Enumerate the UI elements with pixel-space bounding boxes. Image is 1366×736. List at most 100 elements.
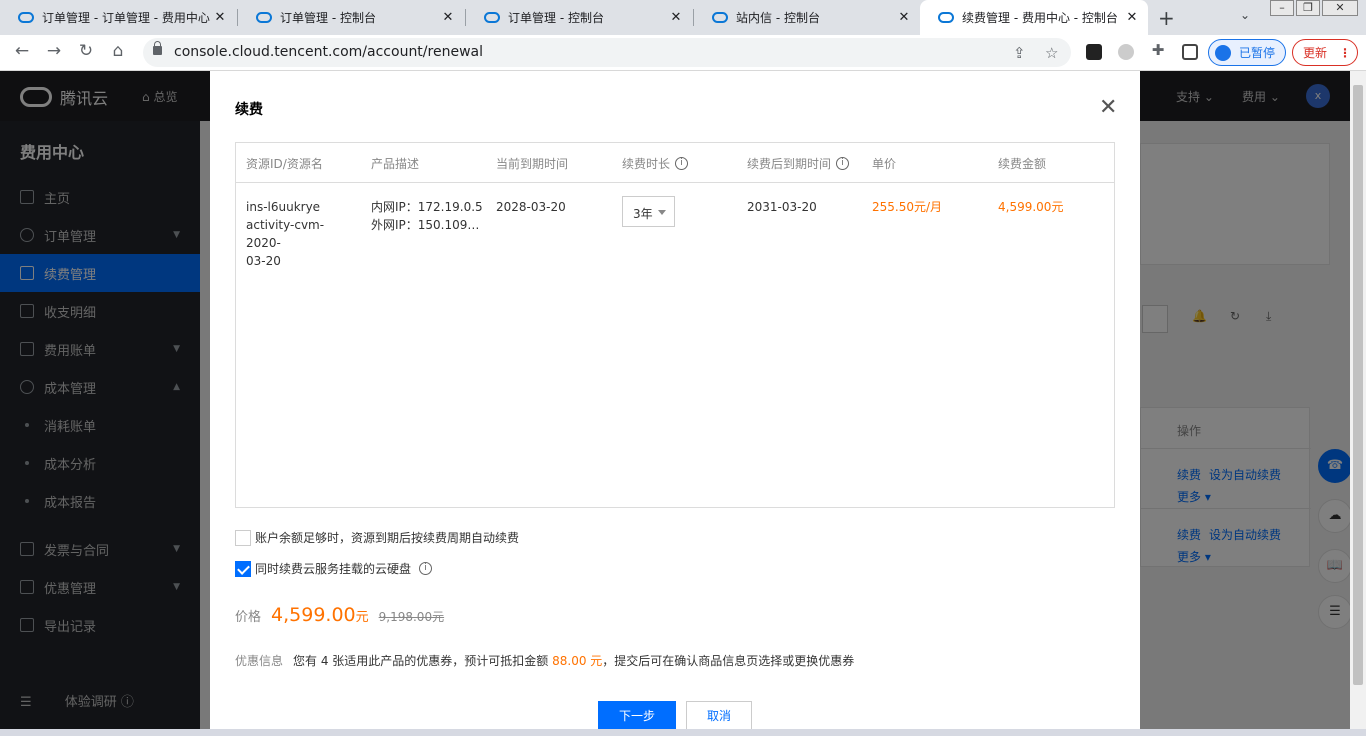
chevron-down-icon[interactable]: ⌄ bbox=[1240, 8, 1250, 22]
discount-label: 优惠信息 bbox=[235, 654, 284, 668]
renewal-table: 资源ID/资源名 产品描述 当前到期时间 续费时长 i 续费后到期时间 i 单价 续… bbox=[235, 142, 1115, 508]
tab-title: 订单管理 - 订单管理 - 费用中心 bbox=[42, 11, 210, 25]
lock-icon bbox=[153, 41, 162, 55]
original-price: 9,198.00元 bbox=[378, 610, 445, 624]
disk-renew-option[interactable]: 同时续费云服务挂载的云硬盘 i bbox=[235, 560, 433, 577]
new-tab-icon[interactable]: + bbox=[1158, 6, 1175, 30]
close-icon[interactable]: ✕ bbox=[896, 10, 912, 25]
cell-product: 内网IP：172.19.0.5 外网IP：150.109… bbox=[371, 198, 486, 234]
col-label: 单价 bbox=[872, 157, 897, 171]
tencent-cloud-icon bbox=[938, 12, 954, 23]
browser-tab[interactable]: 订单管理 - 控制台 ✕ bbox=[466, 0, 692, 35]
price-value: 4,599.00 bbox=[271, 604, 356, 626]
scrollbar-thumb[interactable] bbox=[1353, 85, 1363, 685]
browser-toolbar: ← → ↻ ⌂ console.cloud.tencent.com/accoun… bbox=[0, 35, 1366, 71]
tab-title: 订单管理 - 控制台 bbox=[280, 11, 376, 25]
home-icon[interactable]: ⌂ bbox=[106, 41, 130, 61]
cancel-button[interactable]: 取消 bbox=[686, 701, 752, 731]
discount-text: ，提交后可在确认商品信息页选择或更换优惠券 bbox=[602, 654, 855, 668]
table-header: 资源ID/资源名 产品描述 当前到期时间 续费时长 i 续费后到期时间 i 单价 续… bbox=[236, 143, 1114, 183]
profile-label: 已暂停 bbox=[1239, 46, 1276, 60]
browser-tab-bar: 订单管理 - 订单管理 - 费用中心 ✕ 订单管理 - 控制台 ✕ 订单管理 -… bbox=[0, 0, 1366, 35]
minimize-icon[interactable]: – bbox=[1270, 0, 1294, 16]
discount-info: 优惠信息 您有 4 张适用此产品的优惠券，预计可抵扣金额 88.00 元，提交后可… bbox=[235, 652, 854, 669]
col-label: 续费金额 bbox=[998, 157, 1047, 171]
close-icon[interactable]: ✕ bbox=[1124, 10, 1140, 25]
update-label: 更新 bbox=[1303, 46, 1328, 60]
col-label: 续费后到期时间 bbox=[747, 157, 832, 171]
star-icon[interactable]: ☆ bbox=[1045, 44, 1058, 62]
browser-tab[interactable]: 订单管理 - 控制台 ✕ bbox=[238, 0, 464, 35]
auto-renew-label: 账户余额足够时，资源到期后按续费周期自动续费 bbox=[255, 531, 520, 545]
browser-tab[interactable]: 站内信 - 控制台 ✕ bbox=[694, 0, 920, 35]
col-product: 产品描述 bbox=[371, 155, 419, 172]
cell-resource: ins-l6uukrye activity-cvm-2020- 03-20 bbox=[246, 198, 356, 270]
disk-renew-checkbox[interactable] bbox=[235, 560, 251, 577]
close-icon[interactable]: ✕ bbox=[212, 10, 228, 25]
extension-icon[interactable] bbox=[1118, 44, 1134, 60]
tencent-cloud-icon bbox=[256, 12, 272, 23]
url-text[interactable]: console.cloud.tencent.com/account/renewa… bbox=[174, 44, 483, 60]
sidepanel-icon[interactable] bbox=[1182, 44, 1198, 60]
address-bar[interactable]: console.cloud.tencent.com/account/renewa… bbox=[143, 38, 1071, 67]
auto-renew-option[interactable]: 账户余额足够时，资源到期后按续费周期自动续费 bbox=[235, 529, 519, 546]
tencent-cloud-icon bbox=[18, 12, 34, 23]
info-icon[interactable]: i bbox=[675, 157, 689, 170]
dialog-title: 续费 bbox=[235, 102, 263, 118]
public-ip: 外网IP：150.109… bbox=[371, 218, 480, 232]
page: 腾讯云 ⌂ 总览 支持 ⌄ 费用 ⌄ x 费用中心 主页 订单管理▼ 续费管理 … bbox=[0, 71, 1366, 736]
tab-title: 站内信 - 控制台 bbox=[736, 11, 820, 25]
col-new-expiry: 续费后到期时间 i bbox=[747, 155, 850, 172]
cell-current-expiry: 2028-03-20 bbox=[496, 200, 566, 214]
info-icon[interactable]: i bbox=[836, 157, 850, 170]
col-unit-price: 单价 bbox=[872, 155, 896, 172]
os-taskbar bbox=[0, 729, 1366, 736]
more-icon: ⋮ bbox=[1339, 45, 1352, 60]
info-icon[interactable]: i bbox=[419, 562, 433, 575]
reload-icon[interactable]: ↻ bbox=[74, 41, 98, 61]
close-icon[interactable]: ✕ bbox=[1099, 97, 1117, 119]
profile-button[interactable]: 已暂停 bbox=[1208, 39, 1286, 66]
resource-id: ins-l6uukrye bbox=[246, 200, 321, 214]
duration-select[interactable]: 3年 bbox=[622, 196, 675, 227]
cell-unit-price: 255.50元/月 bbox=[872, 200, 943, 214]
discount-text: 您有 4 张适用此产品的优惠券，预计可抵扣金额 bbox=[293, 654, 549, 668]
duration-value: 3年 bbox=[633, 207, 653, 221]
col-resource: 资源ID/资源名 bbox=[246, 155, 323, 172]
browser-tab-active[interactable]: 续费管理 - 费用中心 - 控制台 ✕ bbox=[920, 0, 1148, 35]
col-label: 续费时长 bbox=[622, 157, 671, 171]
puzzle-icon[interactable]: ✚ bbox=[1146, 41, 1170, 59]
col-label: 产品描述 bbox=[371, 157, 420, 171]
share-icon[interactable]: ⇪ bbox=[1013, 44, 1026, 62]
resource-name: 03-20 bbox=[246, 254, 281, 268]
col-label: 资源ID/资源名 bbox=[246, 157, 323, 171]
close-icon[interactable]: ✕ bbox=[440, 10, 456, 25]
col-duration: 续费时长 i bbox=[622, 155, 689, 172]
tab-title: 订单管理 - 控制台 bbox=[508, 11, 604, 25]
browser-tab[interactable]: 订单管理 - 订单管理 - 费用中心 ✕ bbox=[0, 0, 236, 35]
extension-icon[interactable] bbox=[1086, 44, 1102, 60]
auto-renew-checkbox[interactable] bbox=[235, 529, 251, 546]
col-current-expiry: 当前到期时间 bbox=[496, 155, 568, 172]
price-summary: 价格 4,599.00 元 9,198.00元 bbox=[235, 604, 444, 626]
back-icon[interactable]: ← bbox=[10, 41, 34, 61]
update-button[interactable]: 更新 ⋮ bbox=[1292, 39, 1358, 66]
avatar bbox=[1215, 44, 1231, 61]
close-icon[interactable]: ✕ bbox=[668, 10, 684, 25]
renewal-dialog: 续费 ✕ 资源ID/资源名 产品描述 当前到期时间 续费时长 i 续费后到期时间 i… bbox=[210, 71, 1140, 736]
price-unit: 元 bbox=[355, 610, 369, 625]
tab-title: 续费管理 - 费用中心 - 控制台 bbox=[962, 11, 1118, 25]
col-label: 当前到期时间 bbox=[496, 157, 569, 171]
forward-icon[interactable]: → bbox=[42, 41, 66, 61]
tencent-cloud-icon bbox=[712, 12, 728, 23]
next-button[interactable]: 下一步 bbox=[598, 701, 676, 731]
col-amount: 续费金额 bbox=[998, 155, 1046, 172]
page-scrollbar[interactable] bbox=[1350, 71, 1366, 736]
restore-icon[interactable]: ❐ bbox=[1296, 0, 1320, 16]
cell-amount: 4,599.00元 bbox=[998, 200, 1064, 214]
private-ip: 内网IP：172.19.0.5 bbox=[371, 200, 483, 214]
resource-name: activity-cvm-2020- bbox=[246, 218, 325, 250]
disk-renew-label: 同时续费云服务挂载的云硬盘 bbox=[255, 562, 412, 576]
window-close-icon[interactable]: ✕ bbox=[1322, 0, 1358, 16]
price-label: 价格 bbox=[235, 610, 262, 625]
